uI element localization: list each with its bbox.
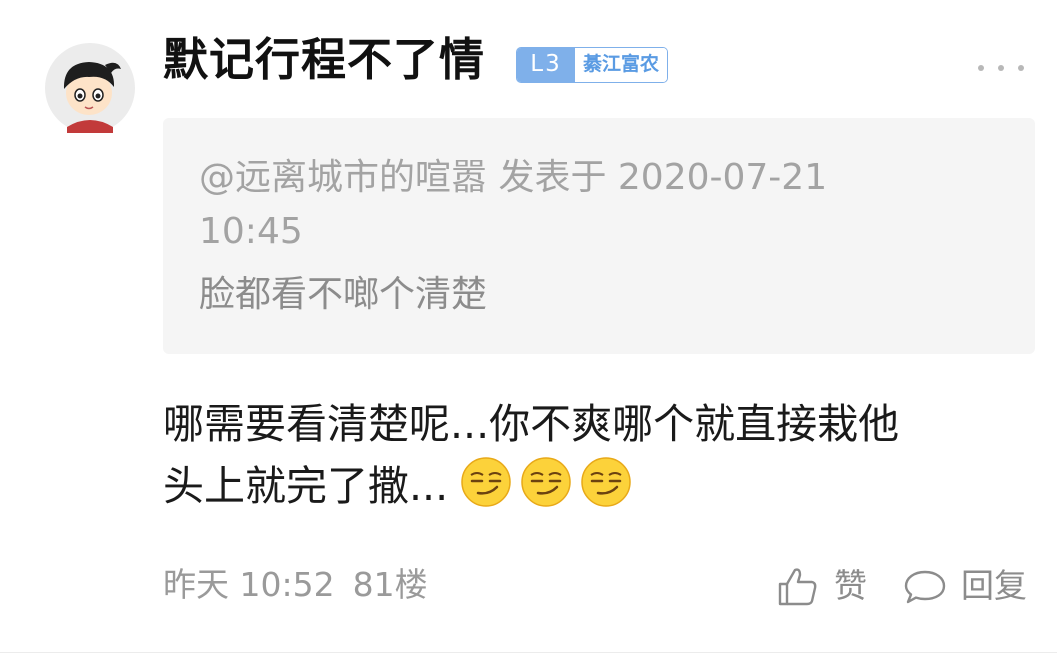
like-label: 赞	[834, 566, 867, 605]
comment-meta: 昨天 10:52 81楼	[163, 560, 428, 610]
avatar-image	[45, 43, 135, 133]
badge-level: L3	[517, 48, 575, 82]
username[interactable]: 默记行程不了情	[163, 32, 485, 88]
comment-timestamp: 昨天 10:52	[163, 565, 335, 604]
user-level-badge[interactable]: L3 綦江富农	[516, 47, 669, 83]
speech-bubble-icon	[904, 570, 946, 604]
smirk-emoji	[521, 457, 571, 507]
floor-number: 81楼	[352, 565, 428, 604]
smirk-emoji	[581, 457, 631, 507]
divider	[0, 652, 1057, 653]
avatar[interactable]	[45, 43, 135, 133]
thumbs-up-icon	[778, 568, 817, 606]
more-icon-dot	[998, 65, 1004, 71]
more-options-button[interactable]	[978, 56, 1024, 80]
quoted-comment[interactable]: @远离城市的喧嚣 发表于 2020-07-21 10:45 脸都看不啷个清楚	[163, 118, 1035, 354]
like-button[interactable]: 赞	[776, 562, 867, 610]
quote-author-and-date: @远离城市的喧嚣 发表于 2020-07-21 10:45	[199, 157, 828, 252]
more-icon-dot	[1018, 65, 1024, 71]
reply-label: 回复	[961, 566, 1027, 605]
comment-text-line-2: 头上就完了撒...	[163, 462, 449, 510]
smirk-emoji	[461, 457, 511, 507]
badge-title: 綦江富农	[575, 48, 668, 82]
reply-button[interactable]: 回复	[903, 562, 1027, 610]
comment-text-line-1: 哪需要看清楚呢...你不爽哪个就直接栽他	[163, 400, 900, 448]
quote-text: 脸都看不啷个清楚	[199, 274, 488, 315]
comment-text: 哪需要看清楚呢...你不爽哪个就直接栽他 头上就完了撒...	[163, 393, 1033, 517]
more-icon	[978, 65, 984, 71]
